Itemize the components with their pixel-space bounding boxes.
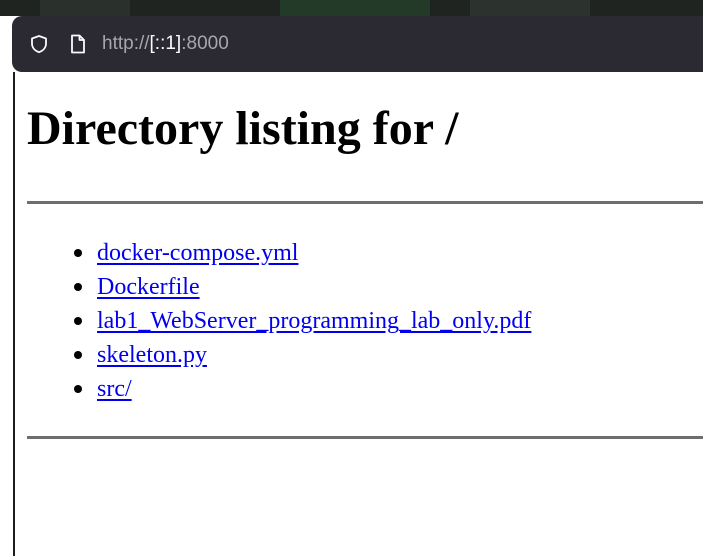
url-scheme: http:// bbox=[102, 33, 150, 54]
bullet-icon bbox=[74, 317, 82, 325]
bullet-icon bbox=[74, 249, 82, 257]
url-port: :8000 bbox=[181, 33, 229, 54]
bullet-icon bbox=[74, 351, 82, 359]
file-link-skeleton[interactable]: skeleton.py bbox=[97, 338, 207, 372]
bottom-divider bbox=[27, 436, 703, 439]
folder-link-src[interactable]: src/ bbox=[97, 372, 132, 406]
file-link-dockerfile[interactable]: Dockerfile bbox=[97, 270, 200, 304]
address-bar[interactable]: http://[::1]:8000 bbox=[12, 16, 703, 72]
page-title: Directory listing for / bbox=[27, 102, 459, 155]
file-link-lab-pdf[interactable]: lab1_WebServer_programming_lab_only.pdf bbox=[97, 304, 531, 338]
tab-strip-edge bbox=[0, 0, 703, 16]
top-divider bbox=[27, 201, 703, 204]
browser-window: http://[::1]:8000 Directory listing for … bbox=[0, 0, 703, 556]
file-link-docker-compose[interactable]: docker-compose.yml bbox=[97, 236, 298, 270]
url-text[interactable]: http://[::1]:8000 bbox=[102, 32, 229, 56]
url-host: [::1] bbox=[149, 33, 182, 54]
bullet-icon bbox=[74, 385, 82, 393]
bullet-icon bbox=[74, 283, 82, 291]
page-icon bbox=[68, 33, 88, 55]
page-content: Directory listing for / docker-compose.y… bbox=[15, 72, 703, 556]
shield-icon[interactable] bbox=[29, 34, 49, 54]
